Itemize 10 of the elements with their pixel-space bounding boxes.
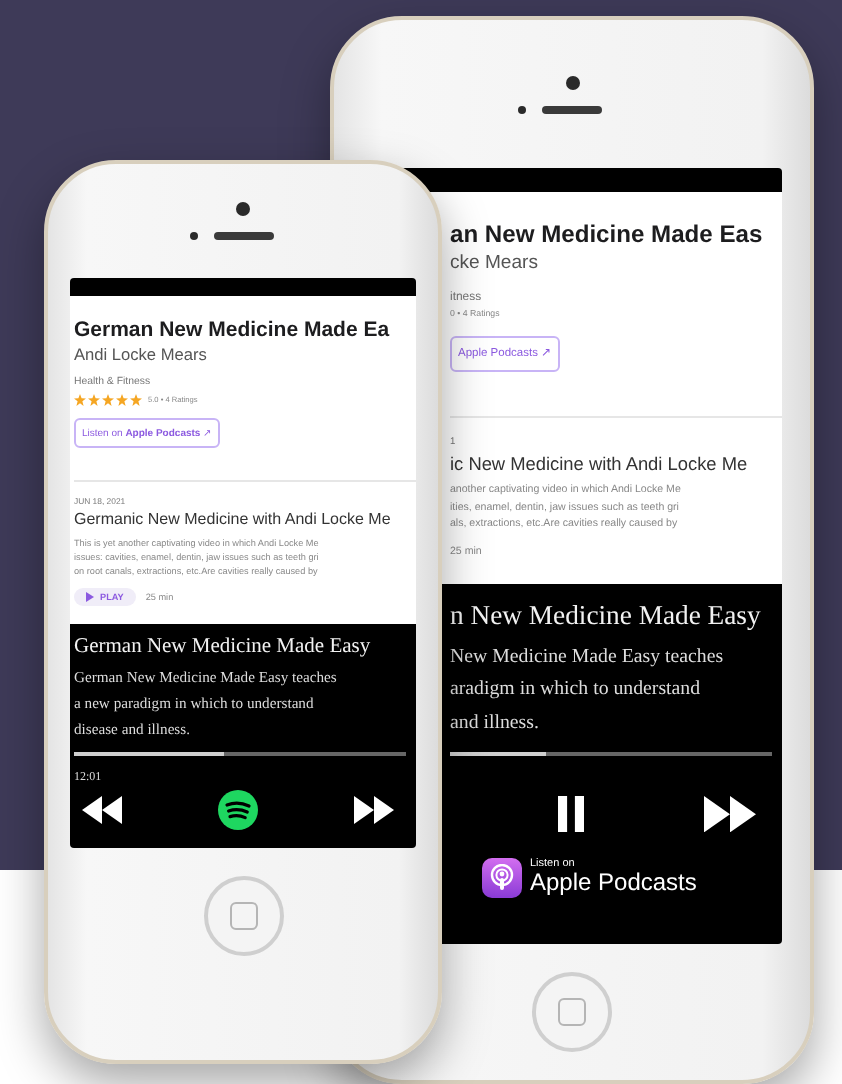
podcast-title: German New Medicine Made Ea <box>74 317 392 345</box>
podcast-title: an New Medicine Made Eas <box>450 220 765 252</box>
podcast-author: Andi Locke Mears <box>74 344 209 365</box>
show-title: German New Medicine Made Easy <box>74 636 373 659</box>
badge-title: Apple Podcasts <box>530 870 697 897</box>
podcast-author: cke Mears <box>450 251 540 274</box>
show-title: n New Medicine Made Easy <box>450 599 763 631</box>
episode-title: ic New Medicine with Andi Locke Me <box>450 453 750 478</box>
episode-title: Germanic New Medicine with Andi Locke Me <box>74 510 393 532</box>
show-description: New Medicine Made Easy teaches aradigm in which to understand and illness. <box>450 643 726 739</box>
